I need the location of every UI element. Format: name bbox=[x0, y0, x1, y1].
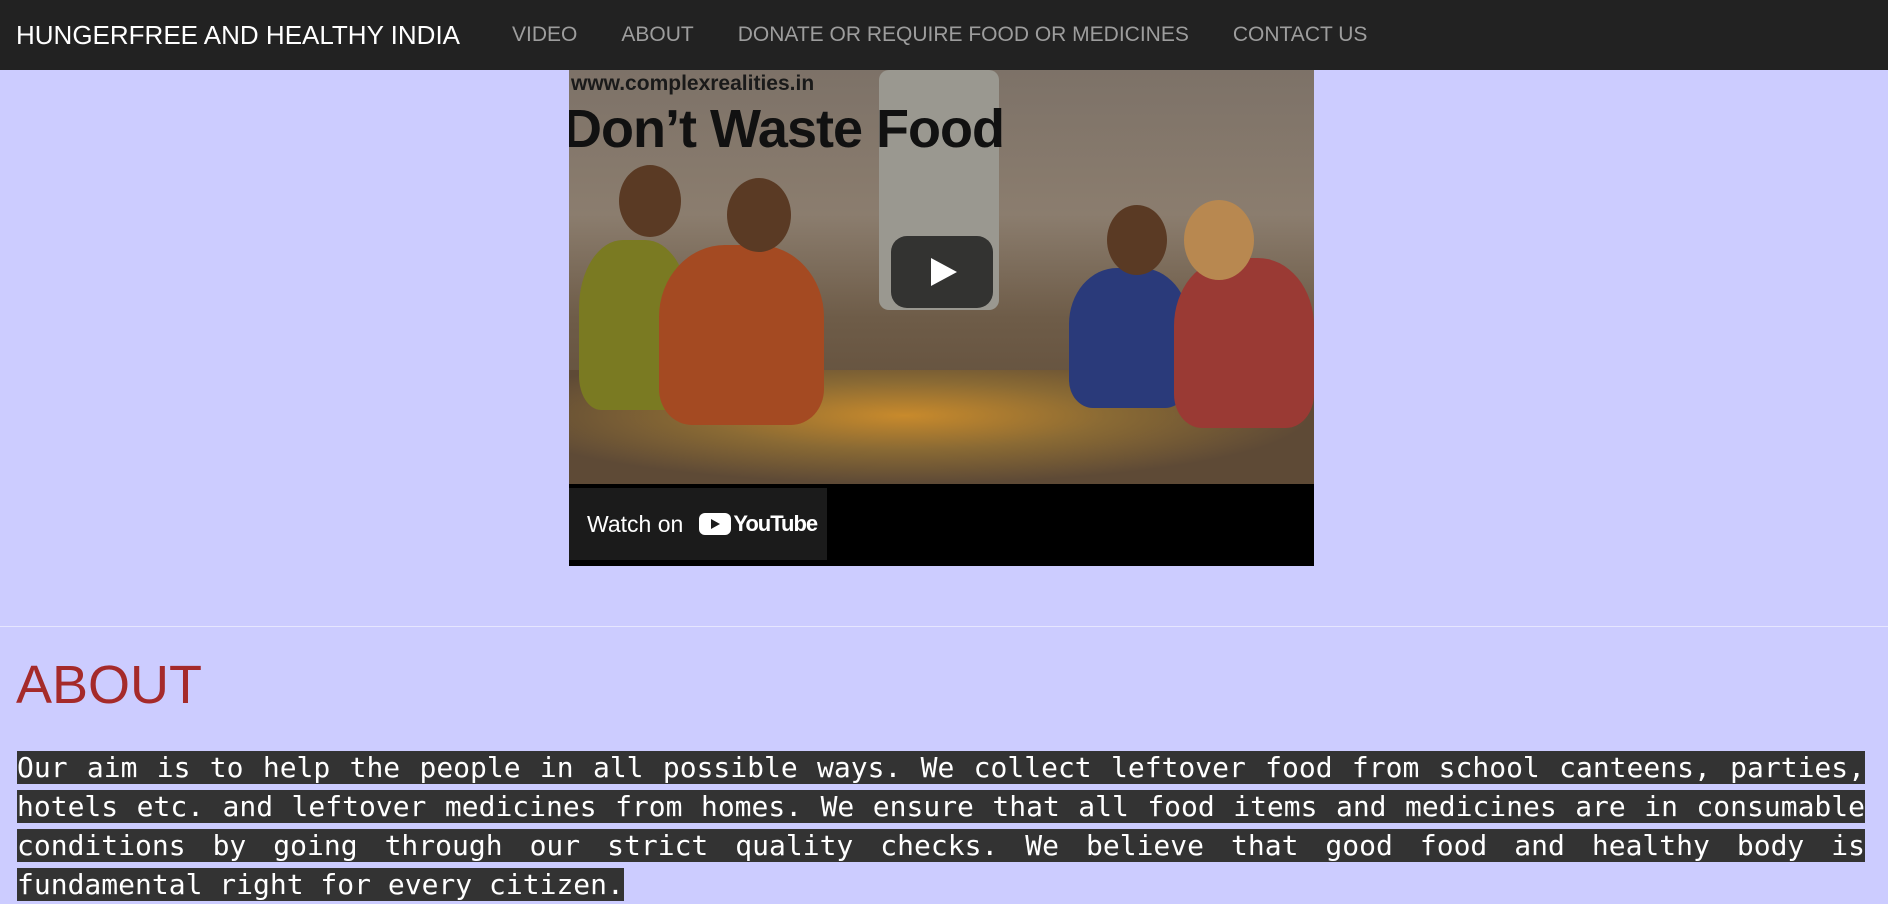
section-divider bbox=[0, 626, 1888, 627]
watch-on-youtube-button[interactable]: Watch on YouTube bbox=[569, 488, 827, 560]
child-head bbox=[1107, 205, 1167, 275]
child-head bbox=[727, 178, 791, 252]
nav-item-about[interactable]: ABOUT bbox=[599, 23, 715, 47]
thumbnail-watermark: www.complexrealities.in bbox=[571, 72, 815, 95]
about-paragraph: Our aim is to help the people in all pos… bbox=[17, 748, 1865, 904]
nav-item-contact[interactable]: CONTACT US bbox=[1211, 23, 1390, 47]
child-figure bbox=[1174, 258, 1314, 428]
nav-item-donate[interactable]: DONATE OR REQUIRE FOOD OR MEDICINES bbox=[716, 23, 1211, 47]
about-text: Our aim is to help the people in all pos… bbox=[17, 751, 1865, 901]
child-head bbox=[1184, 200, 1254, 280]
about-heading: ABOUT bbox=[16, 655, 203, 715]
youtube-embed[interactable]: www.complexrealities.in Don’t Waste Food… bbox=[569, 70, 1314, 566]
nav-item-video[interactable]: VIDEO bbox=[490, 23, 599, 47]
watch-on-label: Watch on bbox=[587, 510, 684, 537]
brand-link[interactable]: HUNGERFREE AND HEALTHY INDIA bbox=[16, 20, 460, 51]
video-thumbnail[interactable]: www.complexrealities.in Don’t Waste Food bbox=[569, 70, 1314, 484]
child-figure bbox=[659, 245, 824, 425]
youtube-wordmark: YouTube bbox=[733, 511, 818, 536]
youtube-icon bbox=[699, 513, 732, 535]
youtube-logo: YouTube bbox=[699, 511, 818, 537]
play-icon bbox=[931, 258, 957, 286]
child-figure bbox=[1069, 268, 1189, 408]
thumbnail-title: Don’t Waste Food bbox=[569, 99, 1005, 159]
child-head bbox=[619, 165, 681, 237]
navbar: HUNGERFREE AND HEALTHY INDIA VIDEO ABOUT… bbox=[0, 0, 1888, 70]
play-button[interactable] bbox=[891, 236, 993, 308]
